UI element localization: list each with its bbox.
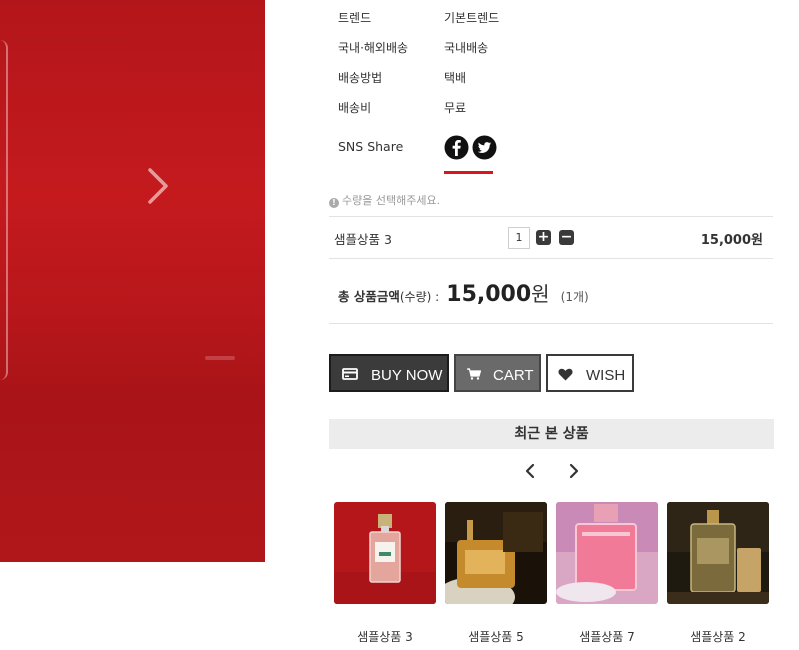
quantity-input[interactable]: 1 bbox=[508, 227, 530, 249]
info-value: 기본트렌드 bbox=[444, 11, 500, 25]
buy-now-label: BUY NOW bbox=[371, 367, 443, 384]
facebook-icon[interactable] bbox=[444, 135, 469, 160]
product-main-image bbox=[0, 0, 265, 562]
sns-icons bbox=[444, 135, 497, 175]
perfume-pink-image bbox=[556, 502, 658, 604]
info-icon: ! bbox=[329, 198, 339, 208]
chevron-right-icon[interactable] bbox=[146, 166, 170, 206]
twitter-icon[interactable] bbox=[472, 135, 497, 160]
info-value: 택배 bbox=[444, 71, 467, 85]
total-label: 총 상품금액 bbox=[338, 289, 400, 304]
image-detail bbox=[205, 356, 235, 360]
notice-text: 수량을 선택해주세요. bbox=[342, 194, 441, 207]
cart-icon bbox=[467, 368, 481, 380]
wish-button[interactable]: WISH bbox=[546, 354, 634, 392]
divider bbox=[329, 323, 773, 324]
recent-product-name[interactable]: 샘플상품 7 bbox=[556, 628, 658, 645]
sns-active-underline bbox=[444, 171, 493, 174]
minus-icon[interactable]: − bbox=[559, 230, 574, 245]
plus-icon[interactable]: + bbox=[536, 230, 551, 245]
divider bbox=[329, 216, 773, 217]
recent-product-thumbnail[interactable] bbox=[667, 502, 769, 604]
total-count: (1개) bbox=[560, 290, 589, 304]
recent-products-title: 최근 본 상품 bbox=[329, 419, 774, 449]
perfume-amber-image bbox=[667, 502, 769, 604]
recent-product-thumbnail[interactable] bbox=[334, 502, 436, 604]
info-value: 국내배송 bbox=[444, 41, 489, 55]
recent-product-thumbnail[interactable] bbox=[556, 502, 658, 604]
perfume-red-image bbox=[334, 502, 436, 604]
cart-button[interactable]: CART bbox=[454, 354, 541, 392]
info-label: 트렌드 bbox=[338, 11, 372, 25]
info-value: 무료 bbox=[444, 101, 467, 115]
info-label: 배송비 bbox=[338, 101, 372, 115]
heart-icon bbox=[558, 368, 573, 381]
recent-product-name[interactable]: 샘플상품 2 bbox=[667, 628, 769, 645]
sns-share-label: SNS Share bbox=[338, 139, 404, 154]
cart-label: CART bbox=[493, 367, 534, 384]
recent-product-name[interactable]: 샘플상품 5 bbox=[445, 628, 547, 645]
option-name: 샘플상품 3 bbox=[334, 232, 392, 247]
info-label: 배송방법 bbox=[338, 71, 383, 85]
total-amount: 15,000 bbox=[446, 282, 532, 307]
divider bbox=[329, 258, 773, 259]
recent-product-name[interactable]: 샘플상품 3 bbox=[334, 628, 436, 645]
recent-product-thumbnail[interactable] bbox=[445, 502, 547, 604]
wish-label: WISH bbox=[586, 367, 626, 384]
buy-now-button[interactable]: BUY NOW bbox=[329, 354, 449, 392]
chevron-left-icon[interactable] bbox=[523, 462, 539, 480]
credit-card-icon bbox=[342, 368, 358, 380]
total-sub-label: (수량) : bbox=[399, 290, 440, 304]
total-unit: 원 bbox=[531, 282, 550, 306]
option-price: 15,000원 bbox=[700, 233, 763, 248]
quantity-notice: ! 수량을 선택해주세요. bbox=[329, 192, 440, 208]
total-price: 총 상품금액(수량) : 15,000원 (1개) bbox=[338, 278, 589, 307]
chevron-right-icon[interactable] bbox=[565, 462, 581, 480]
bottle-edge bbox=[0, 40, 8, 380]
info-label: 국내·해외배송 bbox=[338, 41, 409, 55]
perfume-gold-image bbox=[445, 502, 547, 604]
